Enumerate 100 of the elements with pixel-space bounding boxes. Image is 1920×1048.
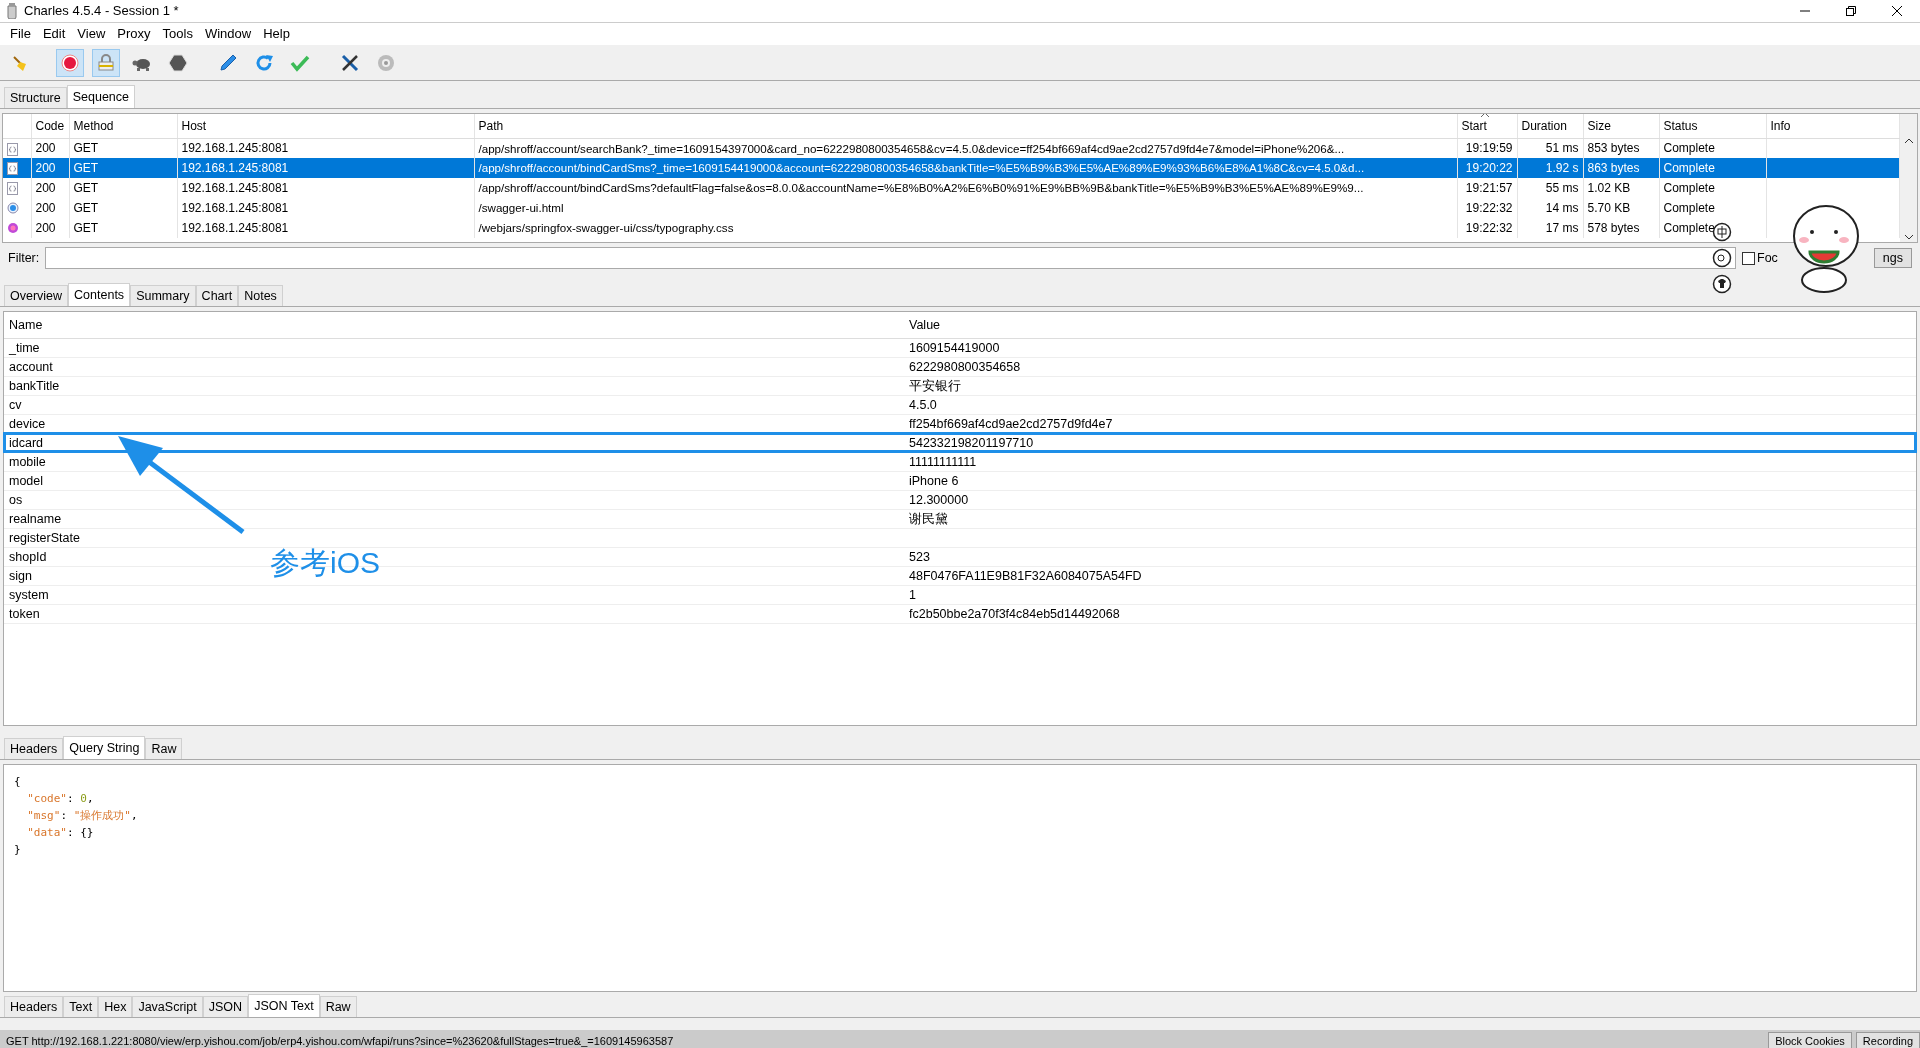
table-cell: 200 (35, 141, 56, 156)
tab[interactable]: Summary (130, 285, 196, 306)
table-cell: 1.92 s (1545, 161, 1579, 175)
filter-label: Filter: (8, 249, 40, 267)
status-button[interactable]: Recording (1855, 1032, 1920, 1048)
param-value: 542332198201197710 (909, 435, 1034, 450)
menu-item[interactable]: Proxy (111, 24, 157, 44)
tab[interactable]: Sequence (66, 85, 136, 108)
annotation-text: 参考iOS (270, 545, 380, 581)
param-value: fc2b50bbe2a70f3f4c84eb5d14492068 (909, 606, 1120, 621)
param-name: os (9, 492, 23, 507)
param-name: account (9, 359, 53, 374)
param-value: 523 (909, 549, 930, 564)
column-header[interactable]: Info (1766, 114, 1900, 138)
table-cell: 51 ms (1545, 141, 1579, 156)
menu-item[interactable]: Window (198, 24, 258, 44)
table-cell: 19:19:59 (1465, 141, 1513, 156)
table-cell: Complete (1663, 221, 1715, 235)
scroll-down-icon[interactable] (1904, 235, 1913, 240)
param-name: shopId (9, 549, 47, 564)
settings-button[interactable]: ngs (1873, 248, 1912, 268)
table-cell: 863 bytes (1587, 161, 1640, 175)
restore-icon[interactable] (1846, 6, 1856, 16)
tab[interactable]: Hex (98, 996, 133, 1017)
column-header[interactable]: Duration (1517, 114, 1583, 138)
param-name: token (9, 606, 40, 621)
tab[interactable]: Text (63, 996, 99, 1017)
table-cell: 55 ms (1545, 181, 1579, 195)
tab[interactable]: Contents (68, 283, 131, 306)
tab[interactable]: Headers (4, 996, 64, 1017)
column-header[interactable]: Value (904, 312, 1916, 338)
menu-item[interactable]: Tools (156, 24, 199, 44)
column-header[interactable]: Path (474, 114, 1457, 138)
tab[interactable]: Headers (4, 738, 64, 759)
filter-field[interactable] (45, 247, 1736, 269)
table-cell: /webjars/springfox-swagger-ui/css/typography.css (478, 221, 734, 235)
menu-item[interactable]: Help (257, 24, 296, 44)
table-cell: 192.168.1.245:8081 (181, 221, 289, 235)
tab[interactable]: Raw (145, 738, 183, 759)
param-name: cv (9, 397, 22, 412)
table-cell: Complete (1663, 201, 1715, 215)
scroll-up-icon[interactable] (1904, 138, 1913, 143)
column-header[interactable]: Code (31, 114, 69, 138)
refresh-icon (254, 52, 274, 73)
globe-icon (7, 202, 19, 216)
settings-icon (376, 52, 396, 73)
close-icon[interactable] (1892, 6, 1902, 16)
request-row[interactable]: 200 GET 192.168.1.245:8081 /app/shroff/account/bindCardSms?defaultFlag=false&os=8.0.0&accountName=%E8%B0%A2%E6%B0%91%E9%BB%9B&bankTitle=%E5%B9%B3%E5%AE%89%E9%9... 19:21:57 55 ms 1.02 KB Complete (3, 178, 1900, 198)
lock-icon (96, 52, 116, 73)
table-cell: 192.168.1.245:8081 (181, 141, 289, 156)
param-name: realname (9, 511, 62, 526)
column-header[interactable]: Method (69, 114, 177, 138)
column-header[interactable]: Host (177, 114, 474, 138)
status-button[interactable]: Block Cookies (1768, 1032, 1852, 1048)
column-header[interactable]: Start (1457, 114, 1517, 138)
param-value: iPhone 6 (909, 473, 959, 488)
table-cell: GET (73, 181, 99, 195)
table-cell: /app/shroff/account/searchBank?_time=1609154397000&card_no=6222980800354658&cv=4.5.0&device=ff254bf669af4cd9ae2cd2757d9fd4e7&model=iPhone%206&... (478, 141, 1345, 155)
tab[interactable]: Notes (238, 285, 283, 306)
table-cell: GET (73, 141, 99, 156)
table-cell: 17 ms (1545, 221, 1579, 235)
column-header[interactable]: Name (4, 312, 904, 338)
table-cell: Complete (1663, 141, 1715, 156)
checkbox[interactable] (1742, 251, 1755, 265)
param-name: bankTitle (9, 378, 60, 393)
table-cell: 200 (35, 161, 56, 175)
param-value: 1609154419000 (909, 340, 1000, 355)
table-cell: 14 ms (1545, 201, 1579, 215)
menu-item[interactable]: View (71, 24, 112, 44)
tab[interactable]: Overview (4, 285, 69, 306)
column-header[interactable]: Size (1583, 114, 1659, 138)
tools-icon (340, 52, 360, 73)
hexagon-icon (168, 52, 188, 73)
pen-icon (218, 52, 238, 73)
param-value: 谢民黛 (909, 511, 948, 526)
table-cell: /app/shroff/account/bindCardSms?_time=1609154419000&account=6222980800354658&bankTitle=%E5%B9%B3%E5%AE%89%E9%93%B6%E8%A1%8C&cv=4.5.0&d... (478, 161, 1365, 175)
table-cell: GET (73, 161, 99, 175)
tab[interactable]: JSON Text (248, 994, 320, 1017)
json-file-icon (7, 142, 19, 156)
tab[interactable]: Query String (63, 736, 146, 759)
table-cell: GET (73, 201, 99, 215)
param-value: 12.300000 (909, 492, 969, 507)
scrollbar[interactable] (1900, 114, 1917, 242)
json-file-icon (7, 182, 19, 196)
table-cell: /app/shroff/account/bindCardSms?defaultFlag=false&os=8.0.0&accountName=%E8%B0%A2%E6%B0%91%E9%BB%9B&bankTitle=%E5%B9%B3%E5%AE%89%E9%9... (478, 181, 1364, 195)
param-value: 4.5.0 (909, 397, 937, 412)
menu-item[interactable]: Edit (36, 24, 72, 44)
table-cell: 200 (35, 201, 56, 215)
table-cell: /swagger-ui.html (478, 201, 564, 215)
tab[interactable]: Raw (319, 996, 357, 1017)
tab[interactable]: JavaScript (132, 996, 203, 1017)
column-header[interactable]: Status (1659, 114, 1766, 138)
menu-item[interactable]: File (4, 24, 37, 44)
tab[interactable]: Chart (195, 285, 239, 306)
tab[interactable]: Structure (4, 87, 67, 108)
param-name: sign (9, 568, 32, 583)
table-cell: 19:22:32 (1465, 201, 1513, 215)
tab[interactable]: JSON (202, 996, 249, 1017)
table-cell: 200 (35, 181, 56, 195)
table-cell: 853 bytes (1587, 141, 1640, 156)
